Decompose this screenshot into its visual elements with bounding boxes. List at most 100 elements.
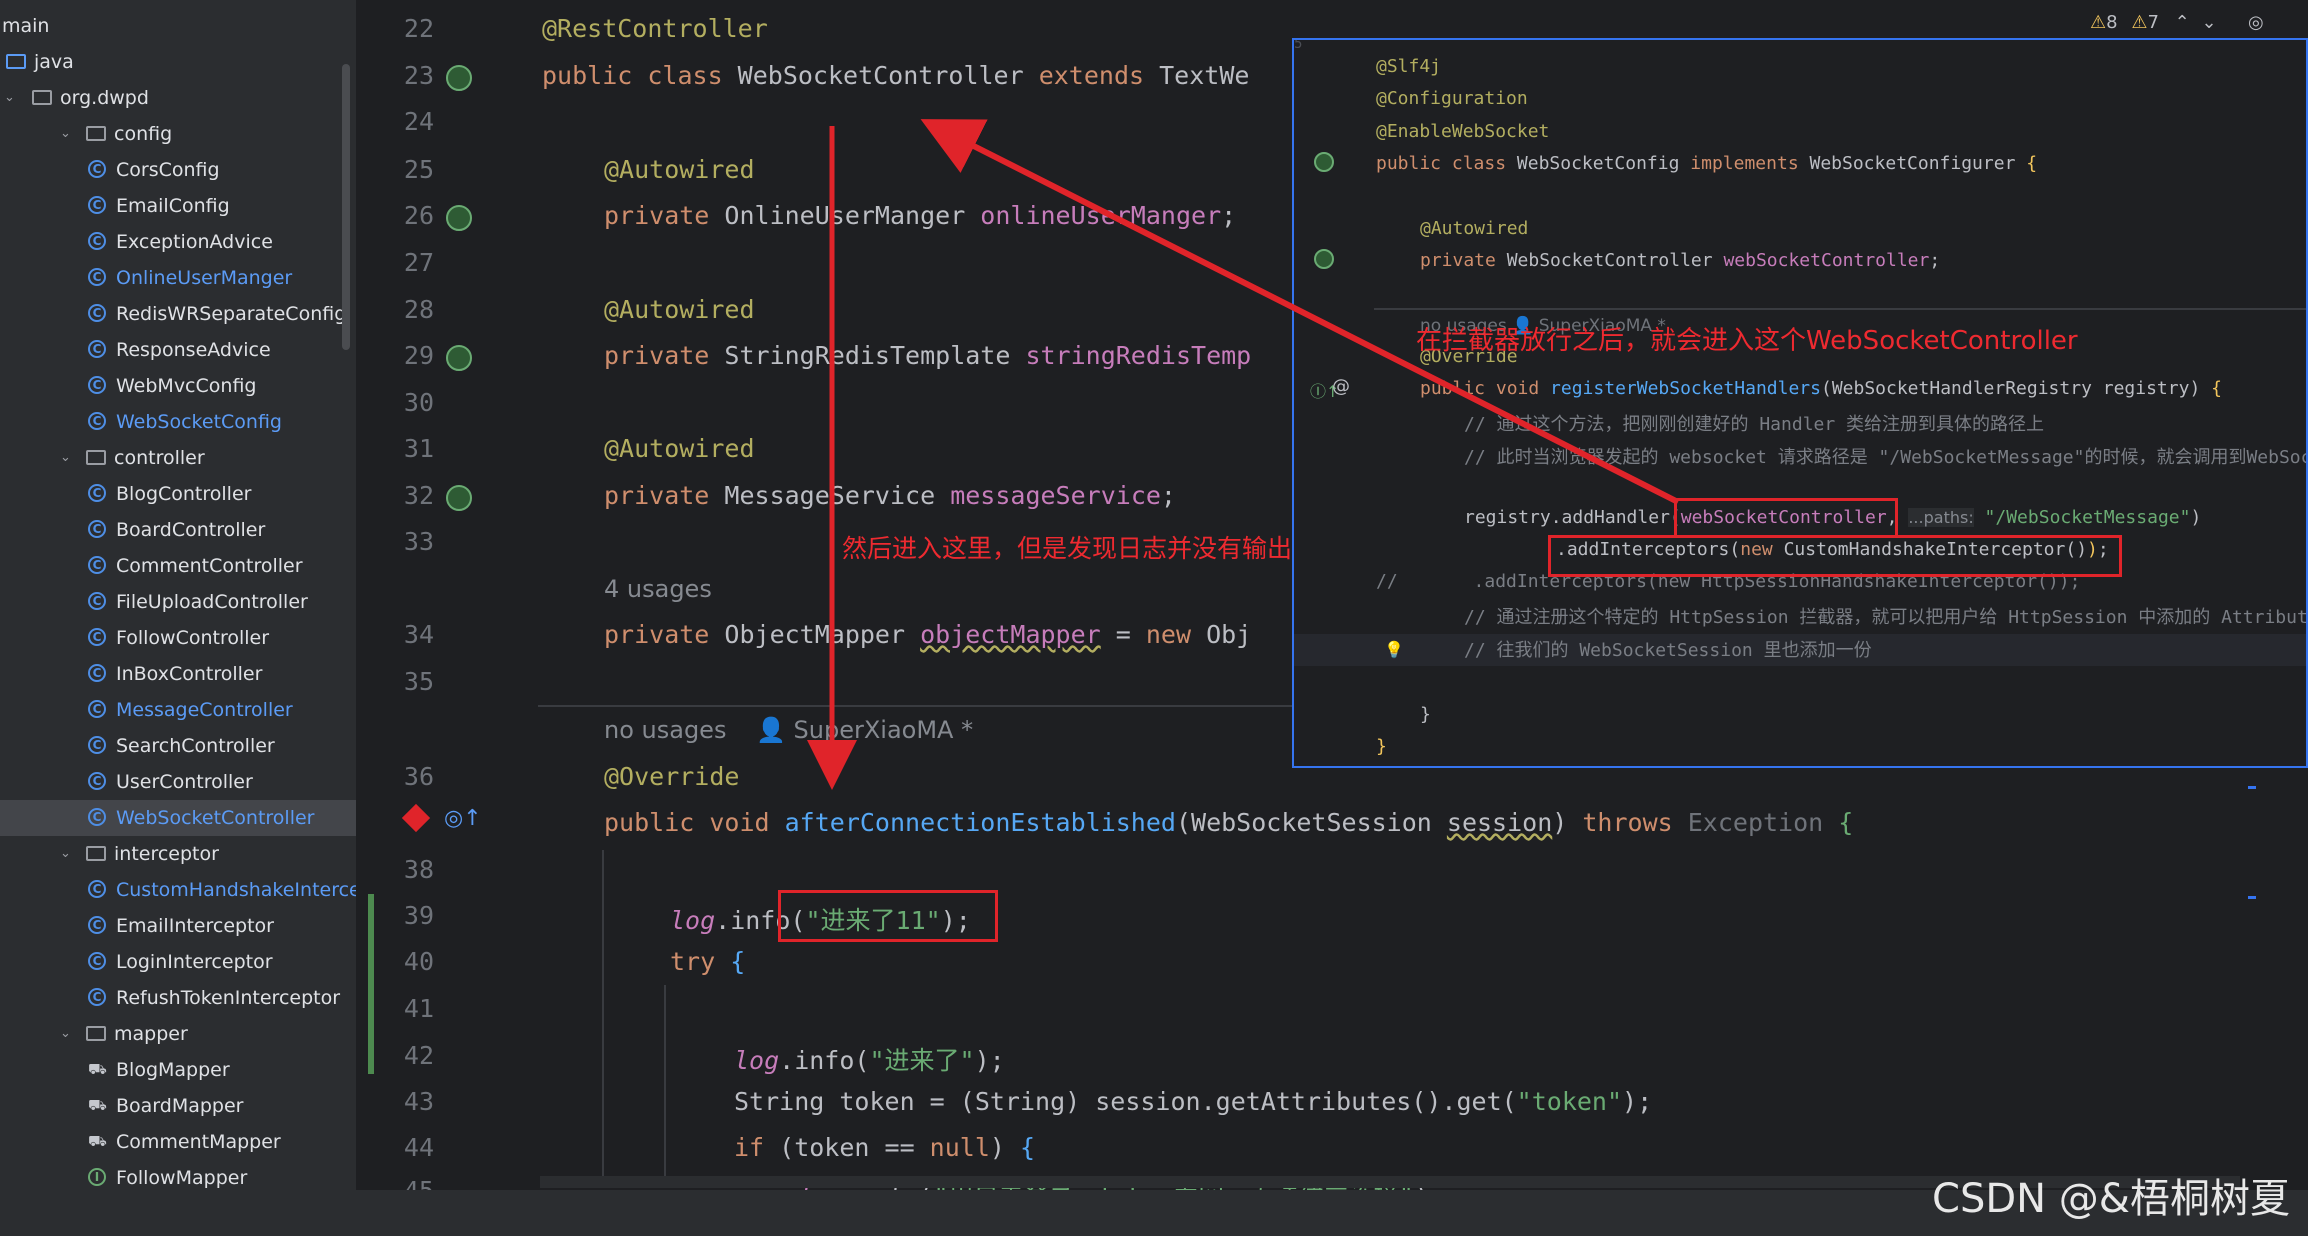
line-number[interactable]: 29 [356, 341, 434, 370]
tree-item-blogmapper[interactable]: ⛟ BlogMapper [0, 1052, 356, 1088]
author-hint[interactable]: 👤 SuperXiaoMA * [756, 716, 973, 744]
popup-line-autowired: @Autowired [1420, 218, 1529, 239]
project-tree[interactable]: main java ⌄ org.dwpd ⌄ config C CorsConfig C Emai… [0, 0, 356, 1190]
tree-item-main[interactable]: main [0, 8, 356, 44]
highlight-log-info [778, 890, 998, 942]
tree-item-blogcontroller[interactable]: C BlogController [0, 476, 356, 512]
code-line-26: private OnlineUserManger onlineUserMange… [604, 201, 1237, 230]
tree-item-controller[interactable]: ⌄ controller [0, 440, 356, 476]
tree-item-fileuploadcontroller[interactable]: C FileUploadController [0, 584, 356, 620]
tree-item-config[interactable]: ⌄ config [0, 116, 356, 152]
vcs-change-marker[interactable] [368, 894, 374, 1074]
tree-item-label: MessageController [116, 699, 293, 721]
line-number[interactable]: 34 [356, 620, 434, 649]
inspection-widget[interactable]: ⚠8 ⚠7 ⌃ ⌄ [2090, 12, 2217, 33]
code-line-40: try { [670, 947, 746, 976]
line-number[interactable]: 33 [356, 527, 434, 556]
bean-gutter-icon[interactable] [446, 485, 472, 511]
popup-at-icon[interactable]: @ [1332, 376, 1350, 397]
line-number[interactable]: 28 [356, 295, 434, 324]
chevron-down-icon[interactable]: ⌄ [60, 836, 71, 872]
line-number[interactable]: 31 [356, 434, 434, 463]
bean-gutter-icon[interactable] [446, 345, 472, 371]
popup-bean-icon[interactable] [1314, 152, 1334, 172]
tree-item-interceptor[interactable]: ⌄ interceptor [0, 836, 356, 872]
chevron-down-icon[interactable]: ⌄ [60, 116, 71, 152]
websocket-config-popup[interactable]: 5 @Slf4j @Configuration @EnableWebSocket… [1292, 38, 2308, 768]
tree-item-commentmapper[interactable]: ⛟ CommentMapper [0, 1124, 356, 1160]
tree-item-label: controller [114, 447, 205, 469]
tree-item-commentcontroller[interactable]: C CommentController [0, 548, 356, 584]
mapper-icon: ⛟ [88, 1132, 107, 1150]
tree-item-java[interactable]: java [0, 44, 356, 80]
tree-item-websocketconfig[interactable]: C WebSocketConfig [0, 404, 356, 440]
popup-line-register: public void registerWebSocketHandlers(We… [1420, 378, 2222, 399]
line-number[interactable]: 36 [356, 762, 434, 791]
tree-item-websocketcontroller[interactable]: C WebSocketController [0, 800, 356, 836]
override-gutter-icon[interactable]: ◎↑ [444, 806, 482, 832]
next-highlight-icon[interactable]: ⌄ [2201, 12, 2216, 33]
tree-item-responseadvice[interactable]: C ResponseAdvice [0, 332, 356, 368]
class-icon: C [88, 664, 106, 682]
tree-item-label: BoardController [116, 519, 266, 541]
class-icon: C [88, 232, 106, 250]
chevron-down-icon[interactable]: ⌄ [60, 440, 71, 476]
bean-gutter-icon[interactable] [446, 205, 472, 231]
line-number[interactable]: 25 [356, 155, 434, 184]
weak-warning-icon: ⚠ [2131, 12, 2148, 33]
tree-item-emailinterceptor[interactable]: C EmailInterceptor [0, 908, 356, 944]
tree-item-searchcontroller[interactable]: C SearchController [0, 728, 356, 764]
tree-item-onlineusermanger[interactable]: C OnlineUserManger [0, 260, 356, 296]
class-icon: C [88, 736, 106, 754]
prev-highlight-icon[interactable]: ⌃ [2175, 12, 2190, 33]
line-number[interactable]: 23 [356, 61, 434, 90]
tree-item-inboxcontroller[interactable]: C InBoxController [0, 656, 356, 692]
tree-item-label: WebSocketConfig [116, 411, 282, 433]
tree-item-label: org.dwpd [60, 87, 149, 109]
code-line-44: if (token == null) { [734, 1133, 1036, 1162]
line-number[interactable]: 38 [356, 855, 434, 884]
line-number[interactable]: 44 [356, 1133, 434, 1162]
tree-item-customhandshakeintercep[interactable]: C CustomHandshakeIntercep [0, 872, 356, 908]
popup-autowired-icon[interactable] [1314, 249, 1334, 269]
tree-item-messagecontroller[interactable]: C MessageController [0, 692, 356, 728]
line-number[interactable]: 30 [356, 388, 434, 417]
bean-gutter-icon[interactable] [446, 65, 472, 91]
line-number[interactable]: 27 [356, 248, 434, 277]
tree-item-boardcontroller[interactable]: C BoardController [0, 512, 356, 548]
code-line-34: private ObjectMapper objectMapper = new … [604, 620, 1252, 649]
tree-item-label: BlogController [116, 483, 252, 505]
tree-item-org-dwpd[interactable]: ⌄ org.dwpd [0, 80, 356, 116]
tree-item-usercontroller[interactable]: C UserController [0, 764, 356, 800]
tree-item-refushtokeninterceptor[interactable]: C RefushTokenInterceptor [0, 980, 356, 1016]
usages-hint[interactable]: 4 usages [604, 575, 712, 603]
project-tree-scrollbar[interactable] [342, 64, 350, 350]
tree-item-exceptionadvice[interactable]: C ExceptionAdvice [0, 224, 356, 260]
tree-item-mapper[interactable]: ⌄ mapper [0, 1016, 356, 1052]
tree-item-corsconfig[interactable]: C CorsConfig [0, 152, 356, 188]
line-number[interactable]: 35 [356, 667, 434, 696]
line-number[interactable]: 22 [356, 14, 434, 43]
line-number[interactable]: 26 [356, 201, 434, 230]
tree-item-rediswrseparateconfig[interactable]: C RedisWRSeparateConfig [0, 296, 356, 332]
class-icon: C [88, 304, 106, 322]
annotation-middle: 然后进入这里，但是发现日志并没有输出 [842, 534, 1293, 563]
tree-item-followcontroller[interactable]: C FollowController [0, 620, 356, 656]
line-number[interactable]: 32 [356, 481, 434, 510]
popup-bulb-icon[interactable]: 💡 [1384, 640, 1404, 659]
class-icon: C [88, 988, 106, 1006]
class-icon: C [88, 484, 106, 502]
line-number[interactable]: 24 [356, 107, 434, 136]
mapper-icon: ⛟ [88, 1060, 107, 1078]
tree-item-webmvcconfig[interactable]: C WebMvcConfig [0, 368, 356, 404]
no-usages-hint[interactable]: no usages [604, 716, 726, 744]
chevron-down-icon[interactable]: ⌄ [4, 80, 15, 116]
tree-item-logininterceptor[interactable]: C LoginInterceptor [0, 944, 356, 980]
warning-icon: ⚠ [2090, 12, 2107, 33]
line-number[interactable]: 43 [356, 1087, 434, 1116]
highlight-websocketcontroller-arg [1674, 498, 1898, 538]
tree-item-boardmapper[interactable]: ⛟ BoardMapper [0, 1088, 356, 1124]
tree-item-label: OnlineUserManger [116, 267, 293, 289]
chevron-down-icon[interactable]: ⌄ [60, 1016, 71, 1052]
tree-item-emailconfig[interactable]: C EmailConfig [0, 188, 356, 224]
